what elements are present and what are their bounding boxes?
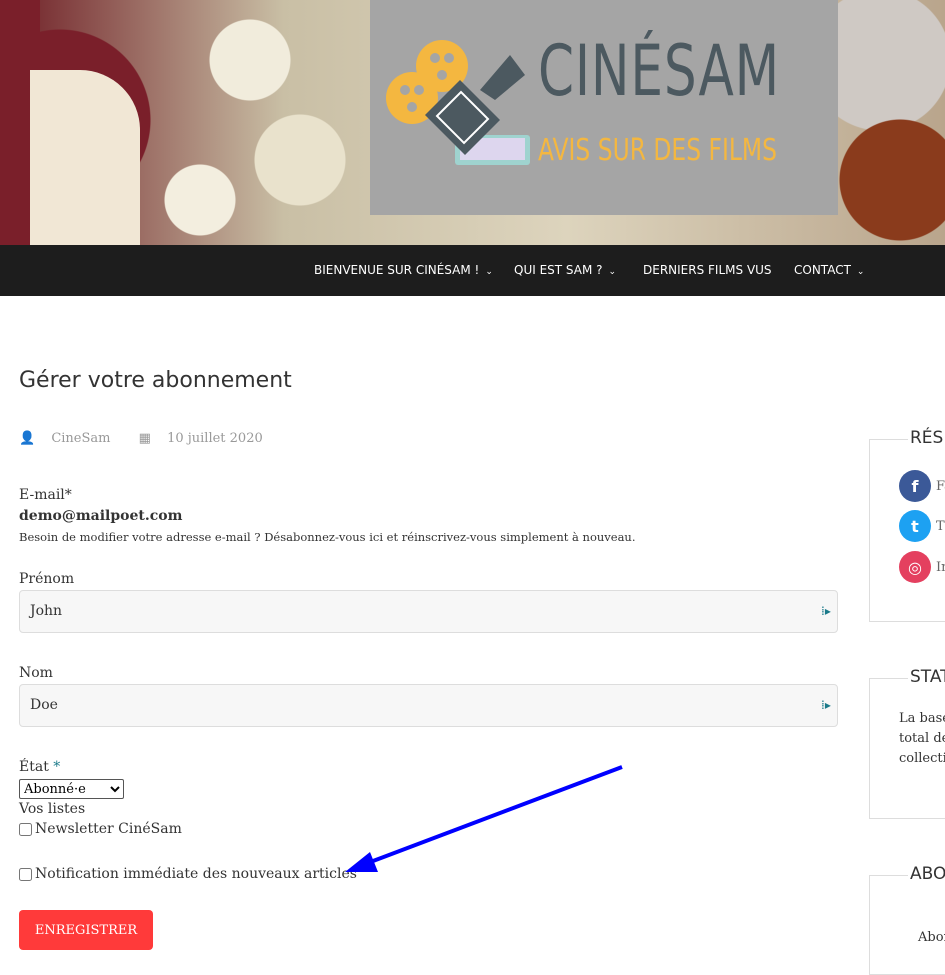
site-logo[interactable]: CINÉSAM AVIS SUR DES FILMS <box>370 0 838 215</box>
social-link-twitter[interactable]: tT <box>899 510 945 542</box>
email-label: E-mail* <box>19 487 72 503</box>
author-name: CineSam <box>51 431 111 446</box>
logo-title: CINÉSAM <box>538 30 781 112</box>
social-label: T <box>936 518 945 534</box>
firstname-input[interactable]: John ⁞▸ <box>19 590 838 633</box>
twitter-icon: t <box>899 510 931 542</box>
nav-label: BIENVENUE SUR CINÉSAM ! <box>314 263 480 277</box>
stats-line: total de <box>899 731 945 746</box>
state-label: État * <box>19 759 60 775</box>
widget-title: STAT <box>908 667 945 687</box>
widget-title: RÉSE <box>908 428 945 448</box>
logo-subtitle: AVIS SUR DES FILMS <box>538 133 777 168</box>
state-select[interactable]: Abonné·e <box>19 779 124 799</box>
author-link[interactable]: 👤 CineSam <box>19 431 122 446</box>
film-camera-icon <box>386 40 530 165</box>
stats-line: La base <box>899 711 945 726</box>
social-label: In <box>936 559 945 575</box>
list-checkbox-newsletter[interactable]: Newsletter CinéSam <box>19 821 182 837</box>
lastname-input[interactable]: Doe ⁞▸ <box>19 684 838 727</box>
firstname-value: John <box>30 603 63 619</box>
checkbox[interactable] <box>19 822 32 836</box>
social-label: Fa <box>936 478 945 494</box>
nav-label: QUI EST SAM ? <box>514 263 603 277</box>
about-text: Abon <box>918 930 945 945</box>
social-link-instagram[interactable]: ◎ In <box>899 551 945 583</box>
user-icon: 👤 <box>19 431 36 446</box>
stats-widget: STAT La base total de collectio <box>869 667 945 819</box>
checkbox-label: Notification immédiate des nouveaux arti… <box>35 866 357 882</box>
email-help: Besoin de modifier votre adresse e-mail … <box>19 530 636 544</box>
chevron-down-icon: ⌄ <box>856 267 865 277</box>
social-link-facebook[interactable]: f Fa <box>899 470 945 502</box>
instagram-icon: ◎ <box>899 551 931 583</box>
nav-item-qui-est-sam[interactable]: QUI EST SAM ? ⌄ <box>514 263 616 277</box>
annotation-arrow <box>345 765 623 872</box>
checkbox-label: Newsletter CinéSam <box>35 821 182 837</box>
stats-text: La base total de collectio <box>899 709 945 769</box>
lists-label: Vos listes <box>19 801 86 817</box>
social-widget: RÉSE f Fa tT ◎ In <box>869 428 945 622</box>
password-manager-icon[interactable]: ⁞▸ <box>821 604 831 618</box>
firstname-label: Prénom <box>19 571 75 587</box>
required-marker: * <box>53 759 61 775</box>
post-meta: 👤 CineSam ▦ 10 juillet 2020 <box>19 431 287 446</box>
widget-title: ABO <box>908 864 945 884</box>
chevron-down-icon: ⌄ <box>608 267 617 277</box>
nav-item-contact[interactable]: CONTACT ⌄ <box>794 263 864 277</box>
nav-item-derniers-films[interactable]: DERNIERS FILMS VUS <box>643 263 772 277</box>
lastname-value: Doe <box>30 697 58 713</box>
checkbox[interactable] <box>19 867 32 881</box>
main-nav: BIENVENUE SUR CINÉSAM ! ⌄ QUI EST SAM ? ⌄ … <box>0 245 945 296</box>
calendar-icon: ▦ <box>138 431 151 446</box>
nav-item-bienvenue[interactable]: BIENVENUE SUR CINÉSAM ! ⌄ <box>314 263 493 277</box>
save-button[interactable]: ENREGISTRER <box>19 910 153 950</box>
page-title: Gérer votre abonnement <box>19 368 292 393</box>
nav-label: DERNIERS FILMS VUS <box>643 263 772 277</box>
stats-line: collectio <box>899 751 945 766</box>
password-manager-icon[interactable]: ⁞▸ <box>821 698 831 712</box>
post-date: ▦ 10 juillet 2020 <box>139 431 275 446</box>
lastname-label: Nom <box>19 665 53 681</box>
list-checkbox-notification[interactable]: Notification immédiate des nouveaux arti… <box>19 866 357 882</box>
facebook-icon: f <box>899 470 931 502</box>
email-value: demo@mailpoet.com <box>19 508 183 524</box>
date-text: 10 juillet 2020 <box>167 431 263 446</box>
state-label-text: État <box>19 759 49 775</box>
ticket-decoration <box>30 70 140 245</box>
nav-label: CONTACT <box>794 263 851 277</box>
chevron-down-icon: ⌄ <box>485 267 493 277</box>
about-widget: ABO Abon <box>869 864 945 975</box>
